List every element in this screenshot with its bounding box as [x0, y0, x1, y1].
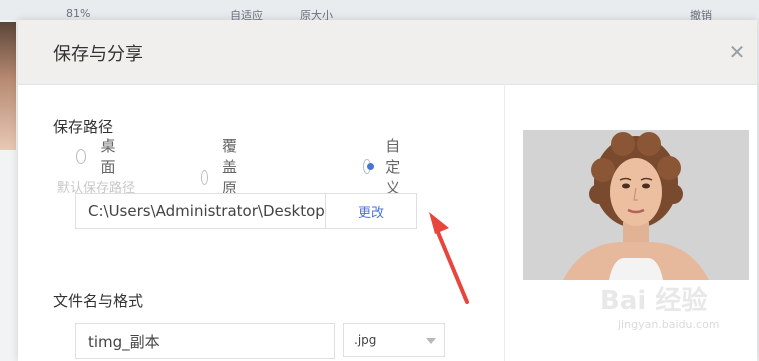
format-select-value: .jpg — [354, 333, 377, 347]
radio-label: 桌面 — [100, 137, 116, 176]
filename-field[interactable]: timg_副本 — [75, 323, 335, 359]
radio-label: 自定义 — [385, 137, 401, 197]
filename-format-title: 文件名与格式 — [53, 292, 144, 310]
radio-custom[interactable]: 自定义 — [363, 135, 407, 198]
background-thumbnail — [0, 22, 16, 150]
save-path-field[interactable]: C:\Users\Administrator\Desktop — [75, 193, 335, 229]
close-icon[interactable]: ✕ — [726, 41, 748, 63]
radio-desktop[interactable]: 桌面 — [76, 135, 120, 177]
image-preview — [523, 130, 749, 280]
chevron-down-icon — [426, 338, 436, 344]
dialog-divider — [504, 84, 505, 361]
watermark-logo: Bai 经验 — [600, 286, 708, 316]
zoom-level: 81% — [66, 7, 91, 20]
save-path-title: 保存路径 — [53, 118, 114, 136]
radio-circle — [201, 169, 208, 185]
change-path-button[interactable]: 更改 — [325, 193, 417, 229]
portrait-image — [523, 130, 749, 280]
format-select[interactable]: .jpg — [343, 323, 445, 357]
dialog-title: 保存与分享 — [53, 44, 143, 65]
watermark-url: jingyan.baidu.com — [618, 318, 720, 331]
dialog-header: 保存与分享 ✕ — [18, 20, 757, 85]
radio-circle-checked — [363, 159, 375, 174]
radio-circle — [76, 148, 87, 164]
background-toolbar: 81% 自适应 原大小 撤销 — [0, 0, 759, 22]
annotation-arrow — [429, 212, 469, 304]
